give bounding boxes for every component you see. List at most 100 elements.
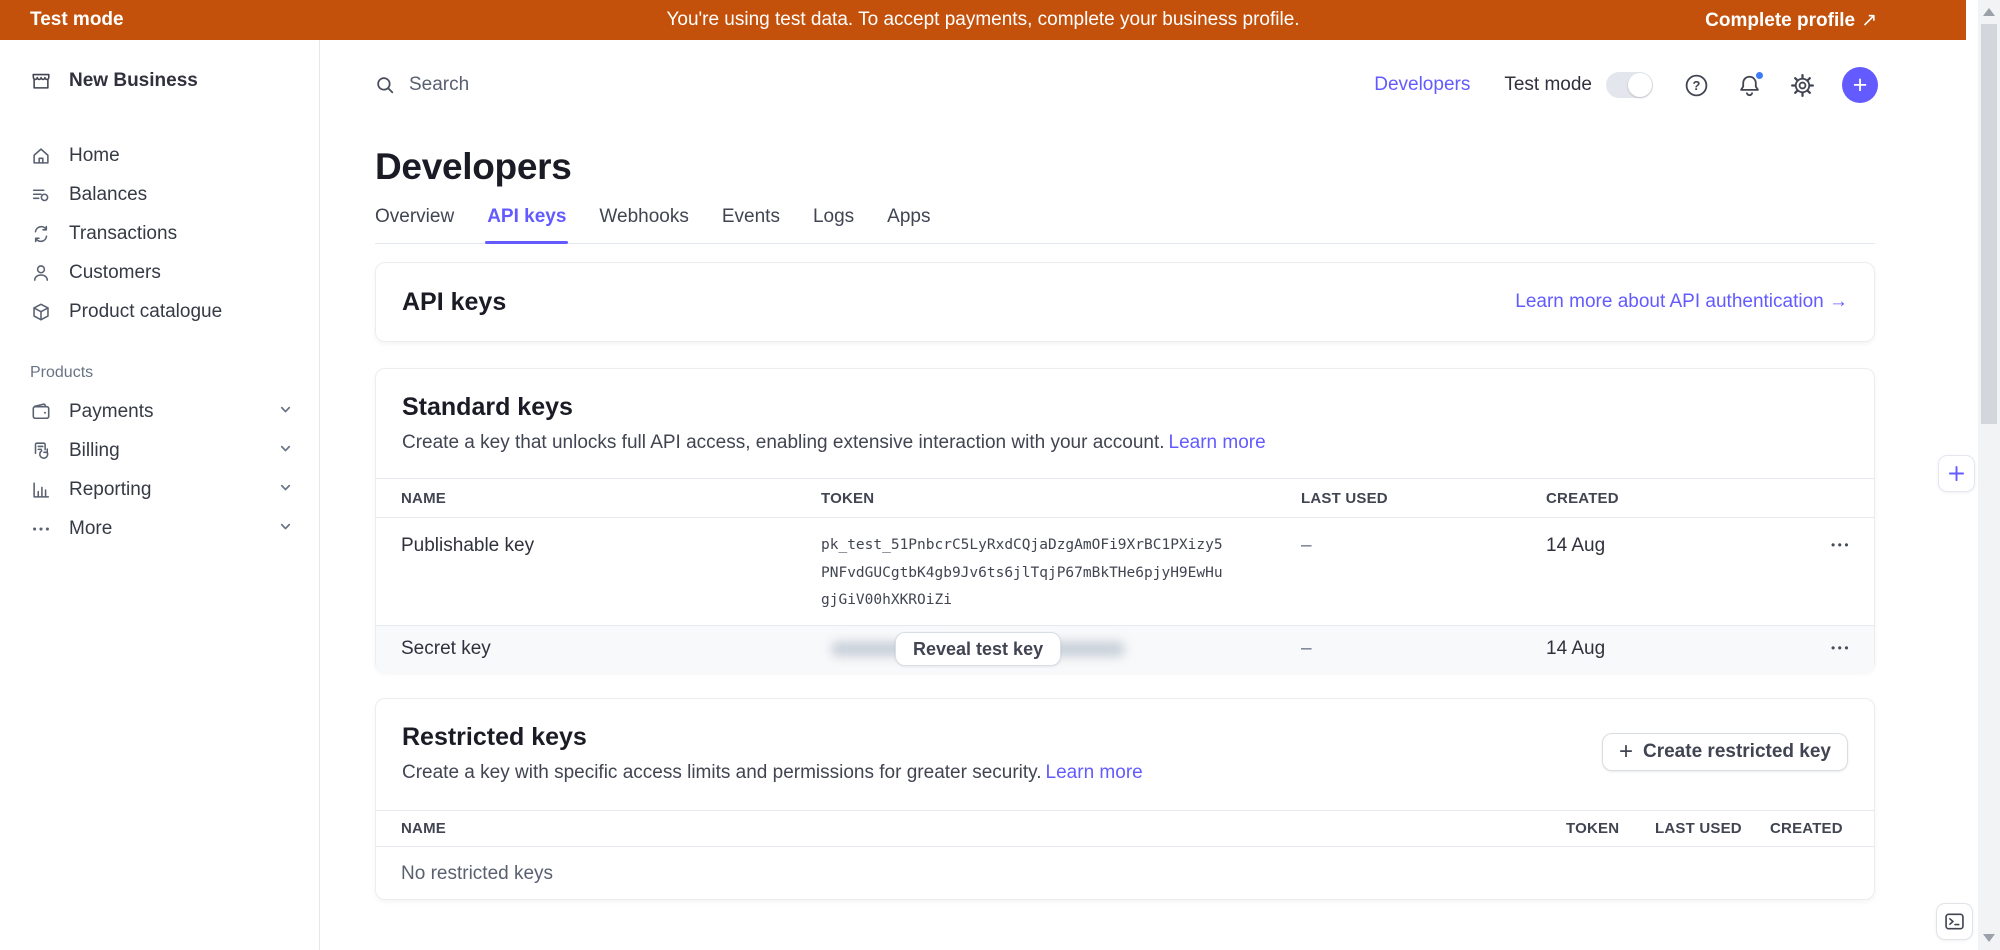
plus-icon: +: [1853, 73, 1868, 98]
arrow-up-right-icon: ↗: [1861, 10, 1877, 31]
api-keys-card: API keys Learn more about API authentica…: [375, 262, 1875, 342]
product-catalogue-icon: [30, 301, 52, 323]
scrollbar-down-arrow[interactable]: [1983, 934, 1995, 942]
sidebar-item-transactions[interactable]: Transactions: [0, 214, 319, 253]
sidebar-item-product-catalogue[interactable]: Product catalogue: [0, 292, 319, 331]
search-icon: [374, 74, 396, 96]
banner-message: You're using test data. To accept paymen…: [666, 9, 1299, 31]
sidebar-item-label: Payments: [69, 401, 153, 423]
token-line: PNFvdGUCgtbK4gb9Jv6ts6jlTqjP67mBkTHe6pjy…: [821, 560, 1301, 588]
home-icon: [30, 145, 52, 167]
scrollbar-up-arrow[interactable]: [1983, 8, 1995, 16]
sidebar-item-payments[interactable]: Payments: [0, 392, 319, 431]
terminal-icon: [1943, 910, 1966, 933]
row-overflow-menu-button[interactable]: •••: [1808, 635, 1874, 663]
search-input[interactable]: Search: [374, 67, 934, 103]
table-row-publishable-key: Publishable key pk_test_51PnbcrC5LyRxdCQ…: [376, 518, 1874, 626]
standard-keys-learn-more-link[interactable]: Learn more: [1169, 432, 1266, 453]
developer-console-button[interactable]: [1936, 903, 1973, 940]
column-header-last-used: LAST USED: [1301, 490, 1546, 507]
tab-api-keys[interactable]: API keys: [487, 206, 566, 243]
chevron-down-icon: [278, 401, 293, 423]
developers-tabs: Overview API keys Webhooks Events Logs A…: [375, 206, 1875, 244]
more-icon: [30, 518, 52, 540]
scrollbar-thumb[interactable]: [1981, 24, 1997, 424]
row-overflow-menu-button[interactable]: •••: [1808, 532, 1874, 560]
standard-keys-title: Standard keys: [402, 393, 1848, 422]
created-value: 14 Aug: [1546, 638, 1808, 660]
plus-icon: [1946, 463, 1967, 484]
restricted-keys-learn-more-link[interactable]: Learn more: [1046, 762, 1143, 783]
tab-logs[interactable]: Logs: [813, 206, 854, 243]
notifications-button[interactable]: [1736, 72, 1763, 99]
sidebar-nav: Home Balances Transactions Customers Pro…: [0, 136, 319, 548]
workbench-add-button[interactable]: [1938, 455, 1975, 492]
sidebar-item-billing[interactable]: Billing: [0, 431, 319, 470]
test-mode-toggle[interactable]: [1606, 72, 1653, 98]
svg-text:?: ?: [1693, 78, 1701, 93]
token-line: pk_test_51PnbcrC5LyRxdCQjaDzgAmOFi9XrBC1…: [821, 532, 1301, 560]
empty-state-message: No restricted keys: [376, 847, 1874, 885]
column-header-last-used: LAST USED: [1655, 820, 1770, 837]
sidebar: New Business Home Balances Transactions …: [0, 40, 320, 950]
help-button[interactable]: ?: [1683, 72, 1710, 99]
sidebar-item-customers[interactable]: Customers: [0, 253, 319, 292]
restricted-keys-table-header: NAME TOKEN LAST USED CREATED: [376, 810, 1874, 847]
gear-icon: [1789, 72, 1816, 99]
complete-profile-link[interactable]: Complete profile↗: [1705, 9, 1877, 32]
developers-link[interactable]: Developers: [1374, 74, 1470, 96]
column-header-name: NAME: [376, 490, 821, 507]
sidebar-item-label: Billing: [69, 440, 120, 462]
chevron-down-icon: [278, 518, 293, 540]
tab-overview[interactable]: Overview: [375, 206, 454, 243]
last-used-value: –: [1301, 638, 1546, 660]
sidebar-item-reporting[interactable]: Reporting: [0, 470, 319, 509]
description-text: Create a key with specific access limits…: [402, 762, 1042, 783]
sidebar-item-label: Balances: [69, 184, 147, 206]
column-header-created: CREATED: [1546, 490, 1808, 507]
tab-webhooks[interactable]: Webhooks: [599, 206, 688, 243]
notification-dot: [1754, 70, 1765, 81]
business-name: New Business: [69, 70, 198, 92]
test-mode-banner: Test mode You're using test data. To acc…: [0, 0, 1966, 40]
link-label: Learn more about API authentication: [1515, 291, 1823, 312]
customers-icon: [30, 262, 52, 284]
sidebar-item-more[interactable]: More: [0, 509, 319, 548]
table-row-secret-key: Secret key Reveal test key – 14 Aug •••: [376, 626, 1874, 673]
restricted-keys-card: Restricted keys Create a key with specif…: [375, 698, 1875, 900]
tab-events[interactable]: Events: [722, 206, 780, 243]
chevron-down-icon: [278, 479, 293, 501]
account-switcher[interactable]: New Business: [0, 40, 319, 92]
api-auth-learn-more-link[interactable]: Learn more about API authentication →: [1515, 291, 1848, 313]
standard-keys-description: Create a key that unlocks full API acces…: [402, 431, 1848, 455]
create-restricted-key-button[interactable]: + Create restricted key: [1602, 733, 1848, 771]
column-header-token: TOKEN: [821, 490, 1301, 507]
settings-button[interactable]: [1789, 72, 1816, 99]
last-used-value: –: [1301, 532, 1546, 560]
create-menu-button[interactable]: +: [1842, 67, 1878, 103]
reveal-test-key-button[interactable]: Reveal test key: [895, 632, 1061, 666]
sidebar-item-label: Reporting: [69, 479, 151, 501]
sidebar-section-products: Products: [30, 364, 319, 382]
page-title: Developers: [375, 146, 572, 188]
sidebar-item-label: Customers: [69, 262, 161, 284]
sidebar-item-label: Product catalogue: [69, 301, 222, 323]
tab-apps[interactable]: Apps: [887, 206, 930, 243]
header-actions: Developers Test mode ? +: [1374, 64, 1878, 106]
standard-keys-card: Standard keys Create a key that unlocks …: [375, 368, 1875, 672]
search-placeholder: Search: [409, 74, 469, 96]
scrollbar: [1978, 0, 2000, 950]
description-text: Create a key that unlocks full API acces…: [402, 432, 1165, 453]
sidebar-item-balances[interactable]: Balances: [0, 175, 319, 214]
column-header-name: NAME: [376, 820, 1566, 837]
api-keys-title: API keys: [402, 288, 506, 317]
chevron-down-icon: [278, 440, 293, 462]
sidebar-item-label: More: [69, 518, 112, 540]
column-header-created: CREATED: [1770, 820, 1874, 837]
toggle-knob: [1628, 73, 1652, 97]
sidebar-item-home[interactable]: Home: [0, 136, 319, 175]
help-icon: ?: [1683, 72, 1710, 99]
publishable-key-token: pk_test_51PnbcrC5LyRxdCQjaDzgAmOFi9XrBC1…: [821, 532, 1301, 615]
balances-icon: [30, 184, 52, 206]
storefront-icon: [30, 70, 52, 92]
